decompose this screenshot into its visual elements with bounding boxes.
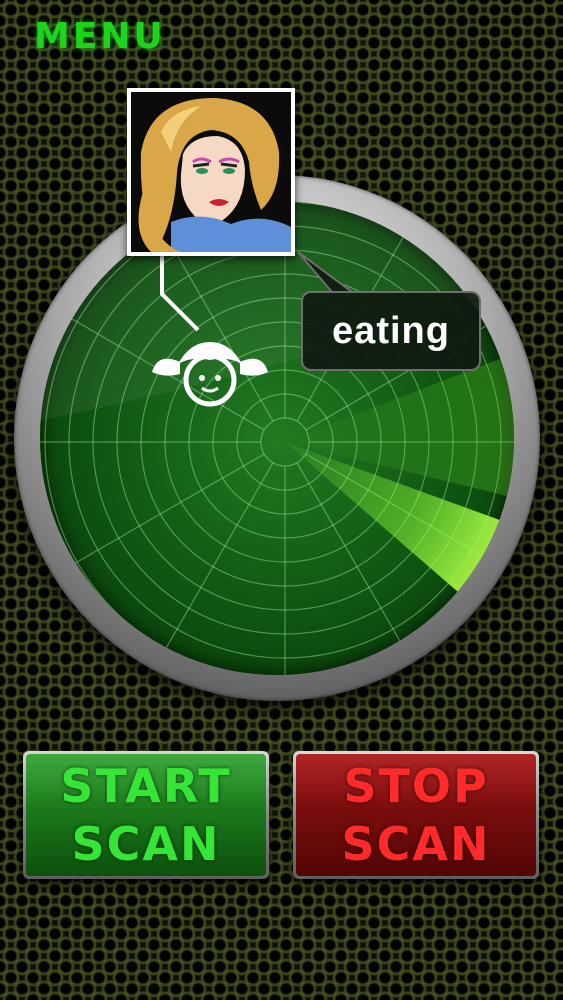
stop-scan-label-line1: STOP — [343, 759, 489, 813]
start-scan-button[interactable]: START SCAN — [23, 751, 269, 879]
start-scan-label-line1: START — [60, 759, 232, 813]
start-scan-face: START SCAN — [26, 754, 266, 876]
radar-grid — [40, 201, 514, 675]
target-photo — [127, 88, 295, 256]
girl-face-icon — [152, 342, 268, 407]
stop-scan-label-line2: SCAN — [341, 817, 491, 871]
radar-spoke — [40, 453, 265, 585]
radar-screen — [40, 201, 514, 675]
woman-portrait-icon — [131, 92, 291, 252]
stop-scan-button[interactable]: STOP SCAN — [293, 751, 539, 879]
status-bubble: eating — [301, 291, 481, 371]
status-text: eating — [332, 309, 450, 352]
menu-button[interactable]: MENU — [34, 16, 166, 57]
stop-scan-face: STOP SCAN — [296, 754, 536, 876]
start-scan-label-line2: SCAN — [71, 817, 221, 871]
